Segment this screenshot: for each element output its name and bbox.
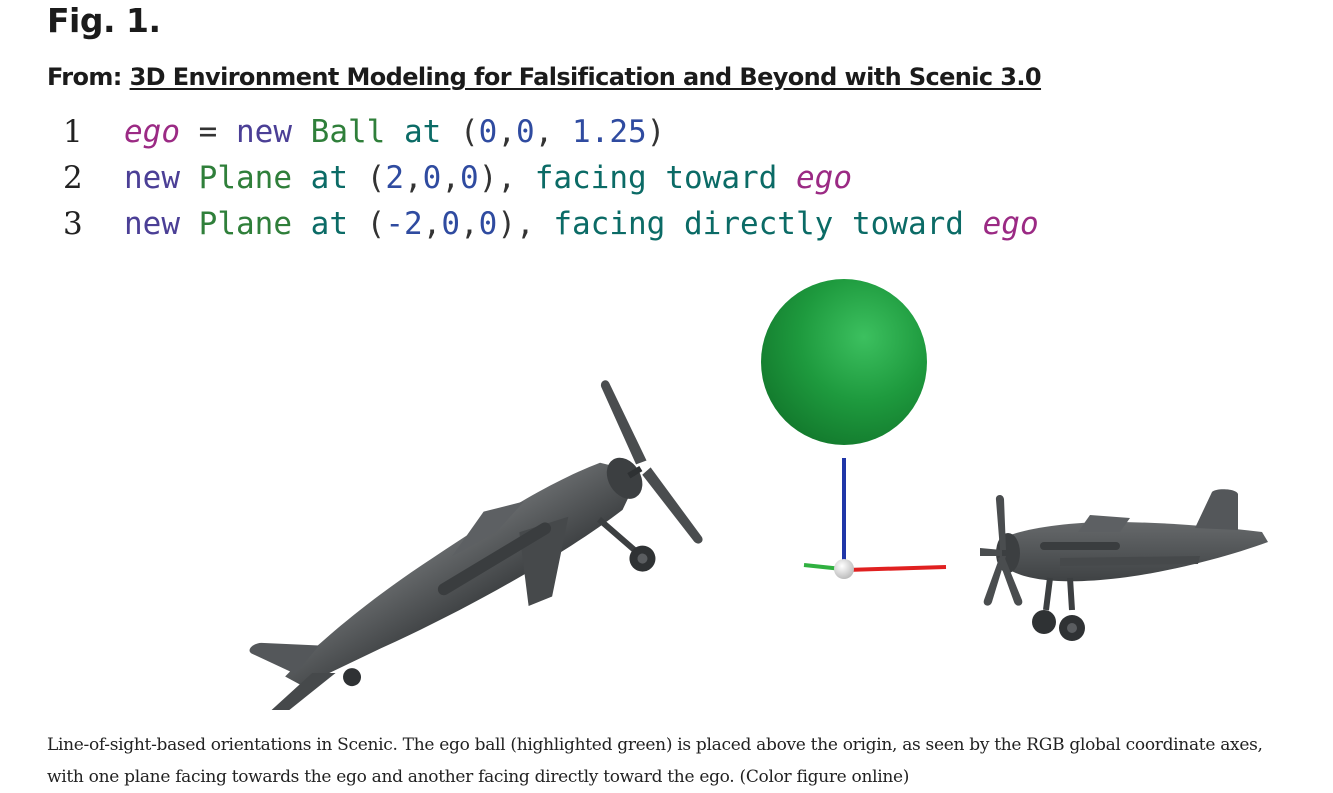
code-token: ) bbox=[646, 114, 666, 150]
code-text: new Plane at (2,0,0), facing toward ego bbox=[124, 156, 852, 200]
code-token: ), bbox=[497, 206, 554, 242]
code-token: at bbox=[310, 206, 348, 242]
scene-render bbox=[249, 279, 1268, 710]
code-token: 0 bbox=[478, 114, 498, 150]
code-token: Plane bbox=[198, 206, 292, 242]
code-token: at bbox=[310, 160, 348, 196]
code-token: 1.25 bbox=[572, 114, 647, 150]
from-prefix: From: bbox=[47, 63, 122, 91]
code-token: 0 bbox=[478, 206, 498, 242]
code-token: , bbox=[404, 160, 423, 196]
source-article-link[interactable]: 3D Environment Modeling for Falsificatio… bbox=[130, 63, 1042, 91]
code-token: , bbox=[422, 206, 442, 242]
code-token: new bbox=[124, 160, 180, 196]
code-token: 0 bbox=[441, 206, 460, 242]
code-token: new bbox=[124, 206, 180, 242]
code-token: ( bbox=[348, 206, 386, 242]
x-axis bbox=[845, 565, 947, 572]
code-token: facing toward bbox=[534, 160, 778, 196]
source-line: From: 3D Environment Modeling for Falsif… bbox=[47, 60, 1042, 94]
figure-label: Fig. 1. bbox=[47, 1, 161, 40]
code-token: ( bbox=[348, 160, 386, 196]
code-token: ( bbox=[441, 114, 479, 150]
coordinate-axes bbox=[803, 458, 947, 579]
code-token: , bbox=[497, 114, 516, 150]
code-token: Plane bbox=[198, 160, 292, 196]
code-token: , bbox=[534, 114, 572, 150]
code-token: , bbox=[441, 160, 461, 196]
line-number: 1 bbox=[63, 114, 83, 150]
code-token: ), bbox=[478, 160, 535, 196]
code-token: Ball bbox=[310, 114, 386, 150]
code-text: new Plane at (-2,0,0), facing directly t… bbox=[124, 202, 1039, 246]
code-token: = bbox=[180, 114, 236, 150]
code-token: facing directly toward bbox=[553, 206, 964, 242]
code-token: , bbox=[460, 206, 479, 242]
code-token: 0 bbox=[516, 114, 535, 150]
line-number: 3 bbox=[63, 206, 83, 242]
origin-marker bbox=[834, 559, 854, 579]
code-token: -2 bbox=[385, 206, 423, 242]
code-token: new bbox=[236, 114, 292, 150]
figure-caption: Line-of-sight-based orientations in Scen… bbox=[47, 735, 1263, 787]
code-text: ego = new Ball at (0,0, 1.25) bbox=[124, 110, 665, 154]
code-token: ego bbox=[124, 114, 180, 150]
line-number: 2 bbox=[63, 160, 83, 196]
plane-facing-toward-ego bbox=[980, 489, 1268, 641]
code-token: 0 bbox=[460, 160, 479, 196]
plane-facing-directly-toward-ego bbox=[249, 380, 703, 710]
code-token: 2 bbox=[385, 160, 404, 196]
code-token: at bbox=[404, 114, 442, 150]
code-token: ego bbox=[796, 160, 852, 196]
code-token: 0 bbox=[422, 160, 442, 196]
code-token: ego bbox=[982, 206, 1039, 242]
ego-ball bbox=[761, 279, 927, 445]
